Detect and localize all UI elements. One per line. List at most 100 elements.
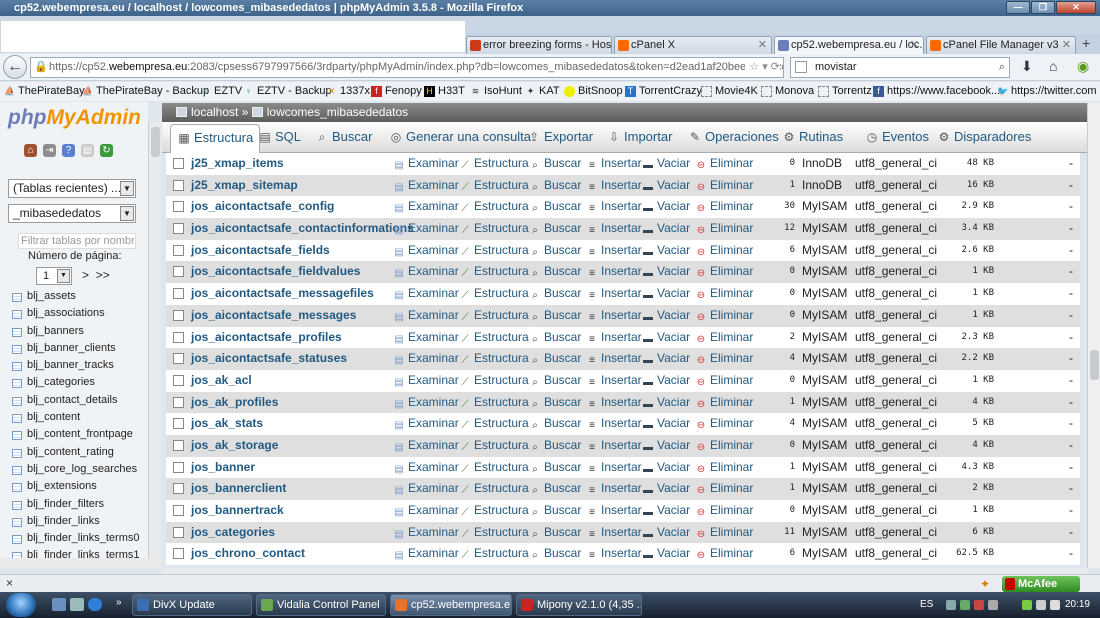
bookmark-item[interactable]: f https://www.facebook... — [873, 84, 1000, 99]
close-tab-icon[interactable]: ✕ — [910, 37, 919, 54]
action-buscar-link[interactable]: ⌕ Buscar — [529, 522, 581, 543]
action-buscar-link[interactable]: ⌕ Buscar — [529, 196, 581, 217]
action-buscar-link[interactable]: ⌕ Buscar — [529, 478, 581, 499]
next-page-link[interactable]: > — [82, 268, 89, 282]
download-icon[interactable]: ⬇ — [1021, 58, 1033, 75]
left-table-item[interactable]: blj_content — [12, 411, 148, 428]
minimize-button[interactable]: — — [1006, 1, 1030, 14]
row-checkbox[interactable] — [173, 353, 184, 365]
action-estructura-link[interactable]: ⟋ Estructura — [459, 240, 529, 261]
action-eliminar-link[interactable]: ⊖ Eliminar — [695, 413, 754, 434]
home-icon[interactable]: ⌂ — [1049, 58, 1057, 74]
action-buscar-link[interactable]: ⌕ Buscar — [529, 175, 581, 196]
home-icon[interactable]: ⌂ — [24, 144, 37, 157]
action-insertar-link[interactable]: ≡ Insertar — [586, 153, 642, 174]
action-examinar-link[interactable]: ▤ Examinar — [393, 153, 458, 174]
action-buscar-link[interactable]: ⌕ Buscar — [529, 543, 581, 564]
table-name-link[interactable]: jos_ak_storage — [191, 435, 278, 456]
breadcrumb-database[interactable]: lowcomes_mibasededatos — [267, 105, 408, 119]
action-eliminar-link[interactable]: ⊖ Eliminar — [695, 283, 754, 304]
tab-operaciones[interactable]: ✎ Operaciones — [688, 122, 779, 152]
reload-icon[interactable]: ↻ — [100, 144, 113, 157]
action-examinar-link[interactable]: ▤ Examinar — [393, 218, 458, 239]
maximize-button[interactable]: ❐ — [1031, 1, 1055, 14]
action-vaciar-link[interactable]: ▬ Vaciar — [642, 435, 690, 456]
action-insertar-link[interactable]: ≡ Insertar — [586, 370, 642, 391]
row-checkbox[interactable] — [173, 179, 184, 191]
row-checkbox[interactable] — [173, 331, 184, 343]
taskbar-item[interactable]: Vidalia Control Panel — [256, 594, 386, 616]
bookmark-star-icon[interactable]: ☆ ▾ ⟳ — [745, 58, 780, 77]
action-buscar-link[interactable]: ⌕ Buscar — [529, 327, 581, 348]
bookmark-item[interactable]: Movie4K — [701, 84, 758, 99]
tray-icon[interactable] — [1022, 600, 1032, 610]
exit-icon[interactable]: ⇥ — [43, 144, 56, 157]
action-eliminar-link[interactable]: ⊖ Eliminar — [695, 435, 754, 456]
action-examinar-link[interactable]: ▤ Examinar — [393, 413, 458, 434]
tab-estructura[interactable]: ▦ Estructura — [170, 124, 261, 153]
action-vaciar-link[interactable]: ▬ Vaciar — [642, 348, 690, 369]
action-estructura-link[interactable]: ⟋ Estructura — [459, 348, 529, 369]
row-checkbox[interactable] — [173, 158, 184, 169]
left-table-item[interactable]: blj_extensions — [12, 480, 148, 497]
left-table-item[interactable]: blj_finder_links — [12, 515, 148, 532]
page-number-select[interactable]: 1 ▼ — [36, 267, 72, 285]
action-examinar-link[interactable]: ▤ Examinar — [393, 175, 458, 196]
action-buscar-link[interactable]: ⌕ Buscar — [529, 240, 581, 261]
action-estructura-link[interactable]: ⟋ Estructura — [459, 196, 529, 217]
action-examinar-link[interactable]: ▤ Examinar — [393, 478, 458, 499]
phpmyadmin-logo[interactable]: phpMyAdmin — [8, 106, 141, 130]
close-window-button[interactable]: ✕ — [1056, 1, 1096, 14]
tab-eventos[interactable]: ◷ Eventos — [865, 122, 929, 152]
action-examinar-link[interactable]: ▤ Examinar — [393, 261, 458, 282]
action-vaciar-link[interactable]: ▬ Vaciar — [642, 500, 690, 521]
bookmark-item[interactable]: ✦ KAT — [525, 84, 560, 99]
action-insertar-link[interactable]: ≡ Insertar — [586, 392, 642, 413]
table-name-link[interactable]: j25_xmap_sitemap — [191, 175, 298, 196]
row-checkbox[interactable] — [173, 418, 184, 430]
action-buscar-link[interactable]: ⌕ Buscar — [529, 348, 581, 369]
left-table-item[interactable]: blj_core_log_searches — [12, 463, 148, 480]
bookmark-item[interactable]: ⛵ ThePirateBay - Backup — [82, 84, 209, 99]
action-buscar-link[interactable]: ⌕ Buscar — [529, 392, 581, 413]
action-examinar-link[interactable]: ▤ Examinar — [393, 196, 458, 217]
tab-disparadores[interactable]: ⚙ Disparadores — [937, 122, 1032, 152]
left-table-item[interactable]: blj_content_rating — [12, 446, 148, 463]
table-name-link[interactable]: jos_aicontactsafe_fields — [191, 240, 330, 261]
action-buscar-link[interactable]: ⌕ Buscar — [529, 218, 581, 239]
switch-windows-icon[interactable] — [70, 598, 84, 611]
action-insertar-link[interactable]: ≡ Insertar — [586, 500, 642, 521]
network-icon[interactable] — [1036, 600, 1046, 610]
search-bar[interactable]: movistar ⌕ — [790, 57, 1010, 78]
action-examinar-link[interactable]: ▤ Examinar — [393, 543, 458, 564]
table-name-link[interactable]: jos_aicontactsafe_config — [191, 196, 334, 217]
row-checkbox[interactable] — [173, 266, 184, 278]
row-checkbox[interactable] — [173, 374, 184, 386]
action-insertar-link[interactable]: ≡ Insertar — [586, 478, 642, 499]
row-checkbox[interactable] — [173, 309, 184, 321]
action-estructura-link[interactable]: ⟋ Estructura — [459, 283, 529, 304]
action-estructura-link[interactable]: ⟋ Estructura — [459, 153, 529, 174]
action-eliminar-link[interactable]: ⊖ Eliminar — [695, 327, 754, 348]
action-examinar-link[interactable]: ▤ Examinar — [393, 500, 458, 521]
action-estructura-link[interactable]: ⟋ Estructura — [459, 413, 529, 434]
right-scrollbar[interactable] — [1087, 103, 1100, 568]
bookmark-item[interactable]: H H33T — [424, 84, 465, 99]
mcafee-button[interactable]: McAfee — [1002, 576, 1080, 592]
tab-error-breezing-forms[interactable]: error breezing forms - Hos... — [466, 36, 612, 54]
tray-icon[interactable] — [960, 600, 970, 610]
action-eliminar-link[interactable]: ⊖ Eliminar — [695, 392, 754, 413]
tab-rutinas[interactable]: ⚙ Rutinas — [782, 122, 843, 152]
action-estructura-link[interactable]: ⟋ Estructura — [459, 370, 529, 391]
table-name-link[interactable]: jos_bannerclient — [191, 478, 286, 499]
breadcrumb-server[interactable]: localhost — [191, 105, 238, 119]
action-estructura-link[interactable]: ⟋ Estructura — [459, 327, 529, 348]
action-examinar-link[interactable]: ▤ Examinar — [393, 370, 458, 391]
help-icon[interactable]: ? — [62, 144, 75, 157]
tab-importar[interactable]: ⇩ Importar — [607, 122, 672, 152]
action-estructura-link[interactable]: ⟋ Estructura — [459, 261, 529, 282]
action-eliminar-link[interactable]: ⊖ Eliminar — [695, 543, 754, 564]
filter-tables-input[interactable]: Filtrar tablas por nombr — [18, 233, 136, 249]
taskbar-item[interactable]: Mipony v2.1.0 (4,35 ... — [516, 594, 642, 616]
row-checkbox[interactable] — [173, 244, 184, 256]
